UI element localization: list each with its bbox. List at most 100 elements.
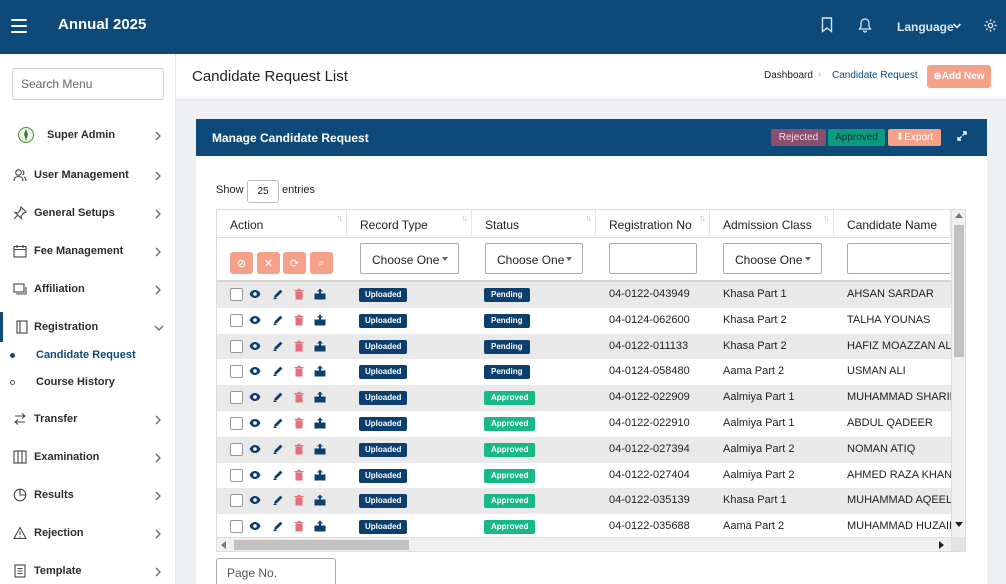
eye-icon[interactable] <box>249 469 261 481</box>
scroll-thumb[interactable] <box>234 540 409 550</box>
pencil-icon[interactable] <box>272 288 284 300</box>
pencil-icon[interactable] <box>272 391 284 403</box>
column-header-action[interactable]: Action ↑↓ <box>217 210 347 238</box>
row-checkbox[interactable] <box>230 391 243 405</box>
upload-icon[interactable] <box>314 494 326 506</box>
registration-no-filter[interactable] <box>609 243 697 274</box>
add-new-button[interactable]: ⊕Add New <box>927 65 991 88</box>
row-checkbox[interactable] <box>230 417 243 430</box>
upload-icon[interactable] <box>314 520 326 532</box>
eye-icon[interactable] <box>249 340 261 352</box>
gear-icon[interactable] <box>983 18 998 33</box>
sidebar-item-affiliation[interactable]: Affiliation <box>0 274 176 304</box>
trash-icon[interactable] <box>293 443 305 455</box>
trash-icon[interactable] <box>293 288 305 300</box>
column-header-registration-no[interactable]: Registration No ↑↓ <box>596 210 710 238</box>
clear-filter-button[interactable]: ⊘ <box>230 252 253 274</box>
pencil-icon[interactable] <box>272 443 284 455</box>
bell-icon[interactable] <box>857 17 873 33</box>
column-header-candidate-name[interactable]: Candidate Name <box>834 210 951 238</box>
column-header-record-type[interactable]: Record Type ↑↓ <box>347 210 472 238</box>
row-checkbox[interactable] <box>230 494 243 508</box>
eye-icon[interactable] <box>249 494 261 506</box>
upload-icon[interactable] <box>314 443 326 455</box>
record-type-filter[interactable]: Choose One <box>360 243 459 274</box>
eye-icon[interactable] <box>249 443 261 455</box>
row-checkbox[interactable] <box>230 468 243 482</box>
row-checkbox[interactable] <box>230 339 243 353</box>
upload-icon[interactable] <box>314 340 326 352</box>
row-checkbox[interactable] <box>230 288 243 301</box>
trash-icon[interactable] <box>293 417 305 429</box>
column-header-status[interactable]: Status ↑↓ <box>472 210 596 238</box>
upload-icon[interactable] <box>314 314 326 326</box>
horizontal-scrollbar[interactable] <box>217 537 951 551</box>
search-menu-input[interactable] <box>12 68 164 100</box>
trash-icon[interactable] <box>293 314 305 326</box>
scroll-left-icon[interactable] <box>221 541 226 549</box>
close-filter-button[interactable]: ✕ <box>257 252 280 274</box>
scroll-down-icon[interactable] <box>955 522 963 527</box>
sidebar-item-examination[interactable]: Examination <box>0 442 176 472</box>
sidebar-subitem-candidate-request[interactable]: Candidate Request <box>0 344 176 366</box>
upload-icon[interactable] <box>314 391 326 403</box>
row-checkbox[interactable] <box>230 442 243 456</box>
sidebar-item-fee-management[interactable]: Fee Management <box>0 236 176 266</box>
row-checkbox[interactable] <box>230 365 243 379</box>
sidebar-subitem-course-history[interactable]: Course History <box>0 371 176 393</box>
pencil-icon[interactable] <box>272 340 284 352</box>
eye-icon[interactable] <box>249 365 261 377</box>
pencil-icon[interactable] <box>272 520 284 532</box>
upload-icon[interactable] <box>314 288 326 300</box>
pencil-icon[interactable] <box>272 494 284 506</box>
column-header-admission-class[interactable]: Admission Class ↑↓ <box>710 210 834 238</box>
chevron-down-icon[interactable] <box>952 22 962 30</box>
sidebar-item-user-management[interactable]: User Management <box>0 160 176 190</box>
refresh-button[interactable]: ⟳ <box>283 252 306 274</box>
admission-class-filter[interactable]: Choose One <box>723 243 822 274</box>
eye-icon[interactable] <box>249 288 261 300</box>
trash-icon[interactable] <box>293 520 305 532</box>
eye-icon[interactable] <box>249 417 261 429</box>
export-button[interactable]: ⬇Export <box>888 129 941 146</box>
upload-icon[interactable] <box>314 365 326 377</box>
eye-icon[interactable] <box>249 391 261 403</box>
pencil-icon[interactable] <box>272 365 284 377</box>
sidebar-item-general-setups[interactable]: General Setups <box>0 198 176 228</box>
status-filter[interactable]: Choose One <box>485 243 583 274</box>
trash-icon[interactable] <box>293 391 305 403</box>
page-number-input[interactable] <box>216 558 336 584</box>
pencil-icon[interactable] <box>272 417 284 429</box>
eye-icon[interactable] <box>249 314 261 326</box>
scroll-right-icon[interactable] <box>939 541 944 549</box>
bookmark-icon[interactable] <box>821 17 833 33</box>
sidebar-item-transfer[interactable]: Transfer <box>0 404 176 434</box>
rejected-filter-button[interactable]: Rejected <box>771 129 826 146</box>
sidebar-item-registration[interactable]: Registration <box>0 312 176 342</box>
pencil-icon[interactable] <box>272 469 284 481</box>
pencil-icon[interactable] <box>272 314 284 326</box>
eye-icon[interactable] <box>249 520 261 532</box>
entries-select[interactable]: 25 <box>247 180 279 203</box>
scroll-up-icon[interactable] <box>955 213 963 218</box>
candidate-name-filter[interactable] <box>847 243 951 274</box>
breadcrumb-dashboard[interactable]: Dashboard <box>764 70 813 81</box>
sidebar-item-results[interactable]: Results <box>0 480 176 510</box>
breadcrumb-candidate-request[interactable]: Candidate Request <box>832 70 918 81</box>
scroll-thumb[interactable] <box>954 225 964 357</box>
menu-icon[interactable] <box>11 19 27 33</box>
trash-icon[interactable] <box>293 494 305 506</box>
trash-icon[interactable] <box>293 340 305 352</box>
trash-icon[interactable] <box>293 365 305 377</box>
row-checkbox[interactable] <box>230 313 243 327</box>
upload-icon[interactable] <box>314 417 326 429</box>
upload-icon[interactable] <box>314 469 326 481</box>
expand-icon[interactable] <box>957 131 967 141</box>
approved-filter-button[interactable]: Approved <box>828 129 885 146</box>
sidebar-item-super-admin[interactable]: Super Admin <box>0 120 176 150</box>
sidebar-item-rejection[interactable]: Rejection <box>0 518 176 548</box>
language-selector[interactable]: Language <box>897 20 954 34</box>
sidebar-item-template[interactable]: Template <box>0 556 176 584</box>
row-checkbox[interactable] <box>230 520 243 534</box>
trash-icon[interactable] <box>293 469 305 481</box>
